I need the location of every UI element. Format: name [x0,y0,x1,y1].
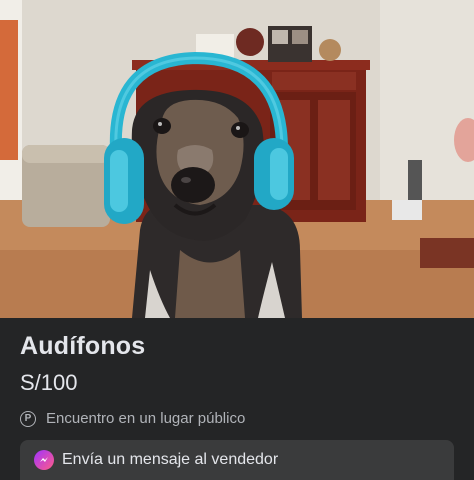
listing-price: S/100 [20,370,78,395]
listing-photo[interactable] [0,0,474,318]
pickup-location-icon: P [20,410,36,427]
pickup-label: Encuentro en un lugar público [46,410,246,427]
message-seller-label: Envía un mensaje al vendedor [62,451,279,468]
pickup-info: P Encuentro en un lugar público [20,410,245,427]
messenger-icon [34,450,54,470]
listing-title: Audífonos [20,332,146,360]
listing-details: Audífonos S/100 P Encuentro en un lugar … [0,318,474,480]
dog-with-headphones-image [0,0,474,318]
message-seller-button[interactable]: Envía un mensaje al vendedor [20,440,454,480]
